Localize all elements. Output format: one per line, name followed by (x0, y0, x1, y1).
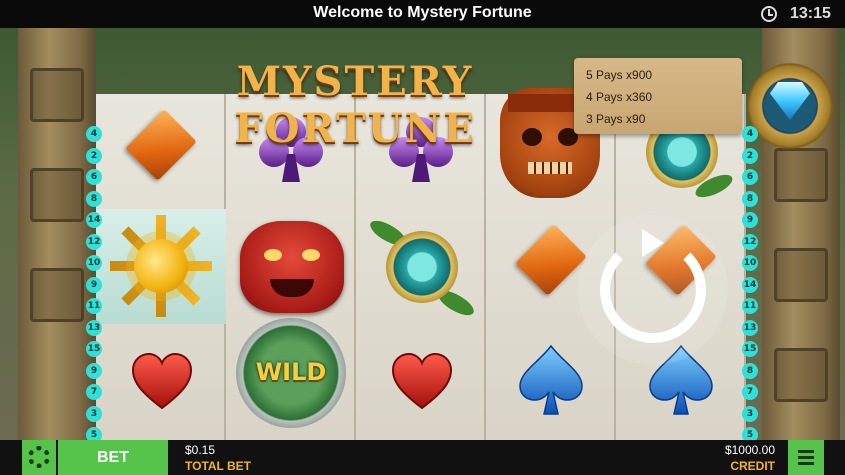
top-bar: Welcome to Mystery Fortune 13:15 (0, 0, 845, 28)
payline-marker[interactable]: 8 (742, 362, 758, 379)
symbol-jade-medallion (356, 209, 486, 324)
payline-marker[interactable]: 6 (742, 169, 758, 185)
payline-marker[interactable]: 9 (86, 362, 102, 379)
red-heart-icon (131, 352, 193, 410)
pay-table: 5 Pays x900 4 Pays x360 3 Pays x90 (574, 58, 742, 134)
pillar-carving (30, 268, 84, 322)
pay-row: 4 Pays x360 (586, 90, 653, 104)
menu-button[interactable] (788, 440, 824, 475)
diamond-gem-icon (770, 82, 810, 120)
pillar-carving (30, 168, 84, 222)
gear-icon (28, 446, 50, 468)
total-bet-label: TOTAL BET (185, 459, 251, 473)
pillar-carving (774, 148, 828, 202)
spin-arrow-icon (642, 229, 664, 257)
payline-marker[interactable]: 14 (86, 212, 102, 228)
pay-row: 5 Pays x900 (586, 68, 653, 82)
payline-marker[interactable]: 4 (86, 126, 102, 142)
clock-time: 13:15 (790, 5, 831, 22)
left-stone-pillar (18, 28, 96, 440)
clock-icon (761, 6, 777, 22)
total-bet-value: $0.15 (185, 443, 216, 457)
payline-marker[interactable]: 2 (86, 147, 102, 164)
payline-marker[interactable]: 14 (742, 276, 758, 293)
symbol-red-heart (96, 324, 226, 439)
payline-marker[interactable]: 7 (86, 384, 102, 400)
red-demon-mask-icon (240, 221, 344, 313)
spin-button[interactable] (578, 215, 728, 365)
payline-marker[interactable]: 6 (86, 169, 102, 185)
payline-marker[interactable]: 15 (742, 341, 758, 357)
payline-marker[interactable]: 12 (742, 233, 758, 250)
pay-row: 3 Pays x90 (586, 112, 646, 126)
credit-value: $1000.00 (724, 443, 775, 457)
payline-marker[interactable]: 4 (742, 126, 758, 142)
jade-medallion-icon (366, 215, 478, 320)
blue-spade-icon (519, 344, 583, 415)
payline-marker[interactable]: 11 (742, 298, 758, 314)
payline-marker[interactable]: 13 (742, 319, 758, 336)
payline-marker[interactable]: 5 (86, 427, 102, 440)
symbol-blue-spade (486, 324, 616, 439)
payline-marker[interactable]: 2 (742, 147, 758, 164)
payline-marker[interactable]: 3 (86, 405, 102, 422)
symbol-wild: WILD (226, 318, 356, 439)
payline-marker[interactable]: 5 (742, 427, 758, 440)
orange-diamond-icon (515, 224, 587, 296)
symbol-red-heart (356, 324, 486, 439)
payline-marker[interactable]: 15 (86, 341, 102, 357)
payline-marker[interactable]: 10 (742, 255, 758, 271)
wild-label: WILD (255, 358, 327, 386)
red-heart-icon (391, 352, 453, 410)
payline-marker[interactable]: 10 (86, 255, 102, 271)
pillar-carving (774, 348, 828, 402)
window-title: Welcome to Mystery Fortune (313, 4, 532, 21)
payline-marker[interactable]: 13 (86, 319, 102, 336)
hamburger-icon (798, 450, 814, 453)
symbol-sun (96, 209, 226, 324)
payline-marker[interactable]: 7 (742, 384, 758, 400)
bottom-bar: BET $0.15 TOTAL BET $1000.00 CREDIT (0, 440, 845, 475)
game-scene: WILD MYSTERY FORTUNE 5 Pays x900 4 Pays … (0, 28, 845, 440)
sun-icon (96, 209, 226, 324)
symbol-red-mask (226, 209, 356, 324)
game-logo: MYSTERY FORTUNE (140, 58, 570, 152)
bet-button[interactable]: BET (58, 440, 168, 475)
payline-marker[interactable]: 3 (742, 405, 758, 422)
payline-markers-right: 4 2 6 8 9 12 10 14 11 13 15 8 7 3 5 (742, 126, 758, 440)
payline-marker[interactable]: 8 (86, 190, 102, 207)
payline-marker[interactable]: 9 (86, 276, 102, 293)
pillar-carving (774, 248, 828, 302)
hamburger-icon (798, 462, 814, 465)
payline-marker[interactable]: 9 (742, 212, 758, 228)
wild-medallion-icon: WILD (236, 318, 346, 428)
payline-markers-left: 4 2 6 8 14 12 10 9 11 13 15 9 7 3 5 (86, 126, 102, 440)
credit-label: CREDIT (730, 459, 775, 473)
payline-marker[interactable]: 12 (86, 233, 102, 250)
payline-marker[interactable]: 8 (742, 190, 758, 207)
pillar-carving (30, 68, 84, 122)
logo-text: MYSTERY FORTUNE (234, 58, 476, 152)
payline-marker[interactable]: 11 (86, 298, 102, 314)
settings-button[interactable] (22, 440, 56, 475)
hamburger-icon (798, 456, 814, 459)
